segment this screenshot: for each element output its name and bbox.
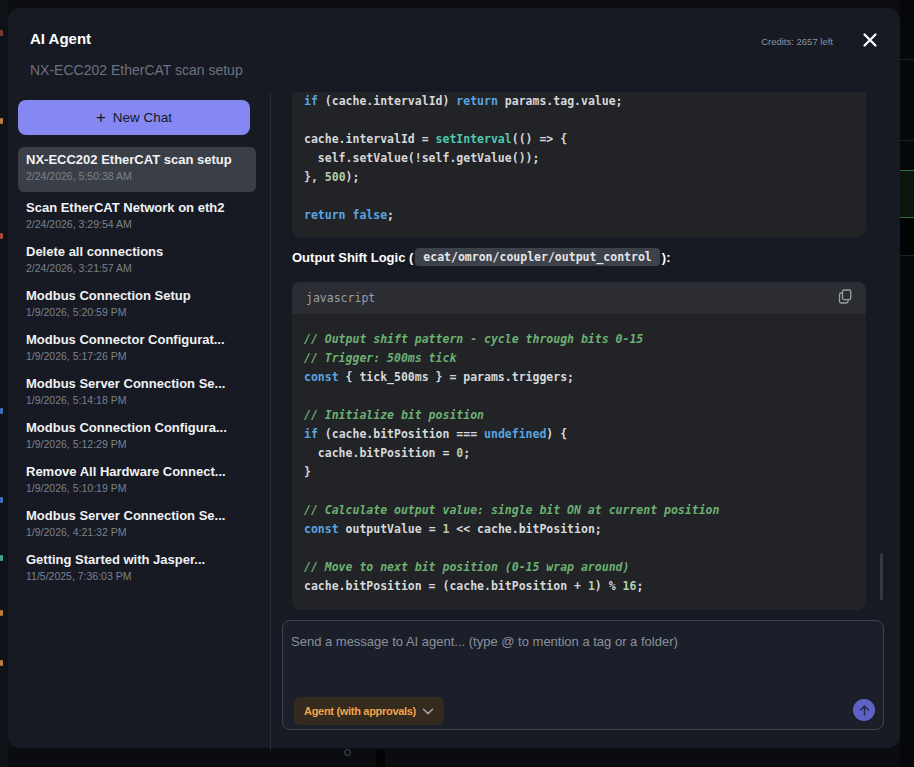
- background-app-bottom-edge: [8, 748, 900, 767]
- chat-item-timestamp: 1/9/2026, 4:21:32 PM: [26, 526, 248, 538]
- code-line: [304, 111, 854, 130]
- chat-item-timestamp: 2/24/2026, 3:29:54 AM: [26, 218, 248, 230]
- chat-item-title: Modbus Connection Setup: [26, 288, 248, 303]
- chat-history-item[interactable]: Modbus Connection Setup 1/9/2026, 5:20:59…: [18, 283, 256, 327]
- chat-item-title: NX-ECC202 EtherCAT scan setup: [26, 152, 248, 167]
- chat-history-item[interactable]: Modbus Server Connection Se... 1/9/2026, …: [18, 371, 256, 415]
- code-block-toggle-logic: if (cache.intervalId) return params.tag.…: [292, 92, 866, 237]
- background-tree-icon-fragment: [0, 497, 3, 503]
- chat-item-title: Modbus Server Connection Se...: [26, 508, 248, 523]
- new-chat-button[interactable]: + New Chat: [18, 100, 250, 135]
- chat-item-title: Getting Started with Jasper...: [26, 552, 248, 567]
- code-line: [304, 539, 854, 558]
- dialog-title: AI Agent: [30, 30, 91, 47]
- chat-history-item[interactable]: Getting Started with Jasper... 11/5/2025,…: [18, 547, 256, 591]
- code-line: return false;: [304, 206, 854, 225]
- code-line: }: [304, 463, 854, 482]
- code-line: const { tick_500ms } = params.triggers;: [304, 368, 854, 387]
- code-line: }, 500);: [304, 168, 854, 187]
- chat-history-item[interactable]: Modbus Connector Configurat... 1/9/2026, …: [18, 327, 256, 371]
- tag-path-inline-code: ecat/omron/coupler/output_control: [415, 248, 659, 266]
- output-shift-logic-label: Output Shift Logic (ecat/omron/coupler/o…: [292, 248, 670, 266]
- background-tree-icon-fragment: [0, 660, 3, 666]
- background-partial-glyph: [344, 749, 351, 756]
- code-block-output-shift: javascript // Output shift pattern - cyc…: [292, 282, 866, 610]
- chevron-down-icon: [422, 708, 434, 715]
- code-line: // Output shift pattern - cycle through …: [304, 330, 854, 349]
- agent-mode-label: Agent (with approvals): [304, 705, 416, 717]
- credits-label: Credits: 2657 left: [761, 36, 833, 47]
- background-divider-band: [376, 750, 385, 767]
- chat-history-item[interactable]: Delete all connections 2/24/2026, 3:21:57…: [18, 239, 256, 283]
- agent-mode-select[interactable]: Agent (with approvals): [294, 697, 444, 725]
- background-tree-icon-fragment: [0, 30, 3, 36]
- background-tree-icon-fragment: [0, 555, 3, 561]
- chat-item-timestamp: 2/24/2026, 5:50:38 AM: [26, 170, 248, 182]
- chat-item-title: Modbus Server Connection Se...: [26, 376, 248, 391]
- chat-item-timestamp: 1/9/2026, 5:20:59 PM: [26, 306, 248, 318]
- chat-item-title: Modbus Connection Configura...: [26, 420, 248, 435]
- chat-item-timestamp: 1/9/2026, 5:10:19 PM: [26, 482, 248, 494]
- code-line: [304, 187, 854, 206]
- close-icon[interactable]: [861, 31, 876, 46]
- background-green-row: [900, 170, 914, 218]
- code-line: [304, 482, 854, 501]
- new-chat-label: New Chat: [113, 110, 172, 125]
- chat-item-title: Scan EtherCAT Network on eth2: [26, 200, 248, 215]
- dialog-subtitle: NX-ECC202 EtherCAT scan setup: [30, 62, 243, 78]
- chat-item-title: Modbus Connector Configurat...: [26, 332, 248, 347]
- send-message-button[interactable]: [853, 699, 875, 721]
- code-line: // Trigger: 500ms tick: [304, 349, 854, 368]
- code-line: const outputValue = 1 << cache.bitPositi…: [304, 520, 854, 539]
- chat-item-title: Delete all connections: [26, 244, 248, 259]
- code-line: if (cache.intervalId) return params.tag.…: [304, 92, 854, 111]
- chat-item-timestamp: 2/24/2026, 3:21:57 AM: [26, 262, 248, 274]
- code-language-label: javascript: [306, 291, 375, 305]
- chat-item-timestamp: 11/5/2025, 7:36:03 PM: [26, 570, 248, 582]
- background-tree-icon-fragment: [0, 610, 3, 616]
- code-line: if (cache.bitPosition === undefined) {: [304, 425, 854, 444]
- chat-item-timestamp: 1/9/2026, 5:12:29 PM: [26, 438, 248, 450]
- code-line: // Calculate output value: single bit ON…: [304, 501, 854, 520]
- background-app-left-edge: [0, 0, 8, 767]
- arrow-up-icon: [858, 704, 871, 717]
- message-composer[interactable]: Send a message to AI agent... (type @ to…: [282, 620, 884, 730]
- code-line: [304, 387, 854, 406]
- chat-item-title: Remove All Hardware Connect...: [26, 464, 248, 479]
- code-line: cache.intervalId = setInterval(() => {: [304, 130, 854, 149]
- chat-history-list: NX-ECC202 EtherCAT scan setup 2/24/2026, …: [18, 147, 256, 591]
- chat-history-item[interactable]: Scan EtherCAT Network on eth2 2/24/2026, …: [18, 195, 256, 239]
- background-tree-icon-fragment: [0, 118, 3, 124]
- composer-placeholder: Send a message to AI agent... (type @ to…: [291, 634, 678, 649]
- code-line: // Move to next bit position (0-15 wrap …: [304, 558, 854, 577]
- sidebar-divider: [270, 93, 271, 750]
- plus-icon: +: [96, 109, 106, 126]
- code-line: // Initialize bit position: [304, 406, 854, 425]
- chat-history-item[interactable]: Remove All Hardware Connect... 1/9/2026, …: [18, 459, 256, 503]
- background-tree-icon-fragment: [0, 233, 3, 239]
- copy-icon[interactable]: [838, 289, 852, 308]
- chat-scrollbar-thumb[interactable]: [880, 553, 883, 600]
- background-row-divider: [900, 140, 914, 141]
- background-tree-icon-fragment: [0, 408, 3, 414]
- chat-history-item[interactable]: Modbus Server Connection Se... 1/9/2026, …: [18, 503, 256, 547]
- background-dark-rows: [900, 219, 914, 255]
- code-block-body: // Output shift pattern - cycle through …: [292, 314, 866, 610]
- code-line: cache.bitPosition = 0;: [304, 444, 854, 463]
- background-row-divider: [900, 255, 914, 256]
- label-prefix: Output Shift Logic (: [292, 250, 413, 265]
- chat-history-item[interactable]: NX-ECC202 EtherCAT scan setup 2/24/2026, …: [18, 147, 256, 192]
- label-suffix: ):: [662, 250, 671, 265]
- chat-item-timestamp: 1/9/2026, 5:17:26 PM: [26, 350, 248, 362]
- background-row-divider: [900, 59, 914, 60]
- chat-history-item[interactable]: Modbus Connection Configura... 1/9/2026, …: [18, 415, 256, 459]
- code-line: cache.bitPosition = (cache.bitPosition +…: [304, 577, 854, 596]
- code-block-header: javascript: [292, 282, 866, 314]
- background-app-right-edge: [900, 0, 914, 767]
- ai-agent-dialog: AI Agent NX-ECC202 EtherCAT scan setup C…: [8, 8, 900, 748]
- code-line: self.setValue(!self.getValue());: [304, 149, 854, 168]
- chat-item-timestamp: 1/9/2026, 5:14:18 PM: [26, 394, 248, 406]
